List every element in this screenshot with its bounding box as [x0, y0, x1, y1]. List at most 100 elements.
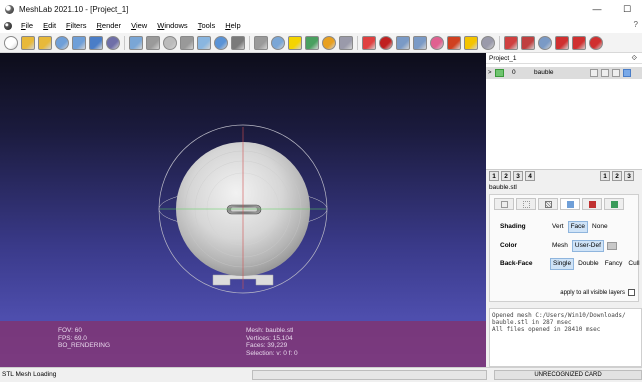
3d-viewport[interactable]: FOV: 60 FPS: 69.0 BO_RENDERING Mesh: bau… [0, 53, 486, 367]
vertices-readout: Vertices: 15,104 [246, 334, 293, 342]
layer-button-3[interactable]: 3 [513, 171, 523, 181]
bbox-icon[interactable] [146, 35, 160, 50]
fov-readout: FOV: 60 [58, 327, 82, 334]
points-tab-icon [522, 200, 530, 208]
tab-decorators[interactable] [604, 198, 624, 210]
layer-faces-icon[interactable] [623, 69, 631, 77]
select-none-icon[interactable] [521, 35, 535, 50]
points-icon[interactable] [163, 35, 177, 50]
menu-help[interactable]: Help [220, 18, 245, 33]
layer-points-icon[interactable] [601, 69, 609, 77]
menu-view[interactable]: View [126, 18, 152, 33]
backface-cull-option[interactable]: Cull [626, 259, 641, 269]
select-all-icon[interactable] [504, 35, 518, 50]
select-connected-icon[interactable] [413, 35, 427, 50]
flat-icon[interactable] [197, 35, 211, 50]
shading-row: Shading Vert Face None [500, 220, 612, 233]
menu-tools[interactable]: Tools [193, 18, 221, 33]
layer-wire-icon[interactable] [612, 69, 620, 77]
maximize-button[interactable]: ☐ [612, 0, 642, 18]
lighting-icon[interactable] [231, 35, 245, 50]
shading-none-option[interactable]: None [590, 222, 610, 232]
tab-bbox[interactable] [494, 198, 514, 210]
brush-icon[interactable] [362, 35, 376, 50]
main-toolbar [0, 33, 642, 53]
layer-row[interactable]: > 0 bauble [486, 67, 642, 79]
menu-file[interactable]: File [16, 18, 38, 33]
menu-windows[interactable]: Windows [152, 18, 192, 33]
snapshot-icon[interactable] [106, 35, 120, 50]
help-icon[interactable]: ? [634, 20, 638, 29]
expand-arrow-icon[interactable]: > [488, 67, 492, 79]
color-label: Color [500, 242, 517, 249]
new-project-icon[interactable] [4, 35, 18, 50]
meshlab-app-icon [5, 4, 14, 14]
raster-button-1[interactable]: 1 [600, 171, 610, 181]
layer-bbox-icon[interactable] [590, 69, 598, 77]
reload-all-icon[interactable] [72, 35, 86, 50]
backface-label: Back-Face [500, 260, 533, 267]
pick-icon[interactable] [447, 35, 461, 50]
raster-button-3[interactable]: 3 [624, 171, 634, 181]
info-icon[interactable] [464, 35, 478, 50]
layer-button-2[interactable]: 2 [501, 171, 511, 181]
visibility-eye-icon[interactable] [495, 69, 504, 77]
color-picker-swatch[interactable] [606, 241, 617, 250]
backface-fancy-option[interactable]: Fancy [603, 259, 625, 269]
measure-icon[interactable] [305, 35, 319, 50]
layer-name: bauble [534, 69, 554, 76]
color-userdef-option[interactable]: User-Def [571, 239, 604, 252]
mesh-stats: Mesh: bauble.stl Vertices: 15,104 Faces:… [246, 327, 298, 357]
smooth-icon[interactable] [214, 35, 228, 50]
select-vertices-icon[interactable] [396, 35, 410, 50]
wireframe-icon[interactable] [180, 35, 194, 50]
invert-selection-icon[interactable] [538, 35, 552, 50]
color-paint-icon[interactable] [430, 35, 444, 50]
menu-app-icon [4, 21, 12, 30]
project-header: Project_1 ⟐ [486, 53, 642, 64]
minimize-button[interactable]: — [582, 0, 612, 18]
menu-render[interactable]: Render [91, 18, 126, 33]
paint-icon[interactable] [322, 35, 336, 50]
open-project-icon[interactable] [21, 35, 35, 50]
delete-faces-icon[interactable] [555, 35, 569, 50]
color-mesh-option[interactable]: Mesh [550, 241, 570, 251]
select-faces-icon[interactable] [339, 35, 353, 50]
tab-texture[interactable] [582, 198, 602, 210]
reload-icon[interactable] [55, 35, 69, 50]
apply-all-checkbox[interactable] [628, 289, 635, 296]
cross-hair-icon[interactable] [254, 35, 268, 50]
current-file-label: bauble.stl [489, 184, 517, 191]
layer-button-4[interactable]: 4 [525, 171, 535, 181]
import-mesh-icon[interactable] [38, 35, 52, 50]
status-bar: STL Mesh Loading UNRECOGNIZED CARD [0, 367, 642, 382]
layer-list: > 0 bauble [486, 64, 642, 170]
annotation-icon[interactable] [288, 35, 302, 50]
shading-vert-option[interactable]: Vert [550, 222, 566, 232]
dock-float-icon[interactable]: ⟐ [631, 53, 637, 64]
delete-all-icon[interactable] [589, 35, 603, 50]
texture-icon[interactable] [379, 35, 393, 50]
color-row: Color Mesh User-Def [500, 239, 617, 252]
menu-filters[interactable]: Filters [61, 18, 91, 33]
menu-edit[interactable]: Edit [38, 18, 61, 33]
viewport-info-panel: FOV: 60 FPS: 69.0 BO_RENDERING Mesh: bau… [0, 321, 486, 367]
tab-points[interactable] [516, 198, 536, 210]
backface-single-option[interactable]: Single [550, 257, 575, 270]
status-message: STL Mesh Loading [2, 371, 57, 378]
faces-readout: Faces: 39,229 [246, 342, 288, 349]
tab-wire[interactable] [538, 198, 558, 210]
shading-face-option[interactable]: Face [567, 220, 589, 233]
fill-hole-icon[interactable] [481, 35, 495, 50]
backface-double-option[interactable]: Double [576, 259, 601, 269]
menu-bar: File Edit Filters Render View Windows To… [0, 18, 642, 33]
layers-icon[interactable] [129, 35, 143, 50]
layer-button-1[interactable]: 1 [489, 171, 499, 181]
layer-render-icons [590, 69, 634, 77]
raster-button-2[interactable]: 2 [612, 171, 622, 181]
delete-vertices-icon[interactable] [572, 35, 586, 50]
tab-fill[interactable] [560, 198, 580, 210]
align-icon[interactable] [271, 35, 285, 50]
layer-number-buttons-left: 1 2 3 4 [489, 171, 537, 182]
export-mesh-icon[interactable] [89, 35, 103, 50]
